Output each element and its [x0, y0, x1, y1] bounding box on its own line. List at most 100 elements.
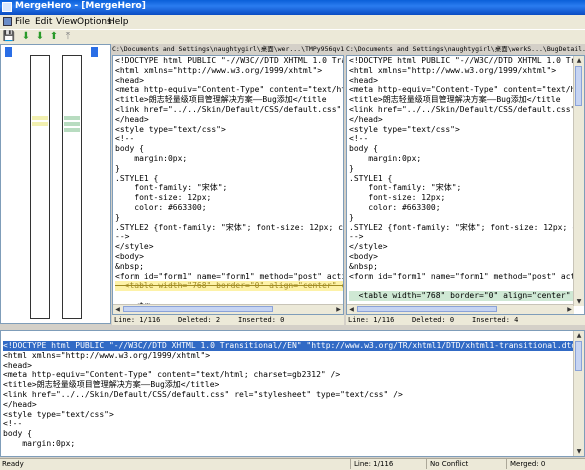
code-line[interactable]: <head>: [349, 76, 584, 86]
code-line[interactable]: }: [349, 164, 584, 174]
scroll-up-icon[interactable]: ▲: [574, 56, 584, 65]
code-line[interactable]: margin:0px;: [349, 154, 584, 164]
scroll-left-icon[interactable]: ◀: [113, 305, 122, 314]
overview-pane[interactable]: [0, 44, 111, 324]
left-horizontal-scrollbar[interactable]: ◀ ▶: [113, 304, 343, 314]
code-line[interactable]: body {: [349, 144, 584, 154]
code-line[interactable]: margin:0px;: [115, 154, 343, 164]
code-line[interactable]: <form id="form1" name="form1" method="po…: [349, 272, 584, 282]
code-line[interactable]: <!DOCTYPE html PUBLIC "-//W3C//DTD XHTML…: [349, 56, 584, 66]
menu-view[interactable]: View: [56, 17, 77, 27]
code-line[interactable]: </head>: [115, 115, 343, 125]
status-conflict: No Conflict: [430, 460, 469, 468]
code-line[interactable]: <style type="text/css">: [115, 125, 343, 135]
code-line[interactable]: font-size: 12px;: [115, 193, 343, 203]
left-code-text[interactable]: <!DOCTYPE html PUBLIC "-//W3C//DTD XHTML…: [113, 56, 343, 311]
code-line[interactable]: -->: [349, 232, 584, 242]
code-line[interactable]: <table width="768" border="0" align="cen…: [115, 281, 343, 292]
code-line[interactable]: <form id="form1" name="form1" method="po…: [115, 272, 343, 282]
output-vscroll-thumb[interactable]: [575, 341, 582, 371]
code-line[interactable]: <meta http-equiv="Content-Type" content=…: [3, 370, 584, 380]
right-vscroll-thumb[interactable]: [575, 66, 582, 106]
code-line[interactable]: font-size: 12px;: [349, 193, 584, 203]
code-line[interactable]: <!--: [3, 419, 584, 429]
code-line[interactable]: color: #663300;: [349, 203, 584, 213]
code-line[interactable]: font-family: "宋体";: [115, 183, 343, 193]
code-line[interactable]: <style type="text/css">: [3, 410, 584, 420]
arrow-up-green-icon[interactable]: ⬆: [48, 31, 60, 43]
menu-file[interactable]: File: [15, 17, 30, 27]
code-line[interactable]: <title>朗志轻量级项目管理解决方案——Bug添加</title>: [3, 380, 584, 390]
code-line[interactable]: </head>: [349, 115, 584, 125]
code-line[interactable]: &nbsp;: [115, 262, 343, 272]
code-line[interactable]: <!--: [349, 134, 584, 144]
code-line[interactable]: .STYLE1 {: [115, 174, 343, 184]
code-line[interactable]: <link href="../../Skin/Default/CSS/defau…: [349, 105, 584, 115]
code-line[interactable]: [115, 291, 343, 301]
right-vertical-scrollbar[interactable]: ▲ ▼: [573, 56, 584, 306]
left-code-pane[interactable]: <!DOCTYPE html PUBLIC "-//W3C//DTD XHTML…: [112, 55, 344, 315]
menu-help[interactable]: Help: [108, 17, 129, 27]
code-line[interactable]: <html xmlns="http://www.w3.org/1999/xhtm…: [115, 66, 343, 76]
right-file-path: C:\Documents and Settings\naughtygirl\桌面…: [346, 45, 585, 53]
status-merged-cell: Merged: 0: [506, 459, 585, 469]
scroll-right-icon[interactable]: ▶: [565, 305, 574, 314]
scroll-right-icon[interactable]: ▶: [334, 305, 343, 314]
code-line[interactable]: [349, 281, 584, 291]
code-line[interactable]: <title>朗志轻量级项目管理解决方案——Bug添加</title: [349, 95, 584, 105]
code-line[interactable]: body {: [3, 429, 584, 439]
output-vertical-scrollbar[interactable]: ▲ ▼: [573, 331, 584, 456]
code-line[interactable]: }: [115, 164, 343, 174]
code-line[interactable]: font-family: "宋体";: [349, 183, 584, 193]
code-line[interactable]: <head>: [115, 76, 343, 86]
code-line[interactable]: .STYLE1 {: [349, 174, 584, 184]
left-hscroll-thumb[interactable]: [123, 306, 273, 312]
merge-output-pane[interactable]: <!DOCTYPE html PUBLIC "-//W3C//DTD XHTML…: [0, 330, 585, 457]
code-line[interactable]: <head>: [3, 361, 584, 371]
arrow-down-green-icon[interactable]: ⬇: [34, 31, 46, 43]
menu-edit[interactable]: Edit: [35, 17, 52, 27]
code-line[interactable]: <!--: [115, 134, 343, 144]
code-line[interactable]: &nbsp;: [349, 262, 584, 272]
code-line[interactable]: }: [349, 213, 584, 223]
code-line[interactable]: color: #663300;: [115, 203, 343, 213]
overview-right-column[interactable]: [62, 55, 82, 319]
right-code-text[interactable]: <!DOCTYPE html PUBLIC "-//W3C//DTD XHTML…: [347, 56, 584, 314]
right-horizontal-scrollbar[interactable]: ◀ ▶: [347, 304, 574, 314]
code-line[interactable]: </style>: [349, 242, 584, 252]
scroll-down-icon[interactable]: ▼: [574, 447, 584, 456]
scroll-down-icon[interactable]: ▼: [574, 297, 584, 306]
code-line[interactable]: <table width="768" border="0" align="cen…: [349, 291, 584, 301]
code-line[interactable]: </head>: [3, 400, 584, 410]
save-icon[interactable]: 💾: [3, 31, 15, 43]
right-code-pane[interactable]: <!DOCTYPE html PUBLIC "-//W3C//DTD XHTML…: [346, 55, 585, 315]
right-hscroll-thumb[interactable]: [357, 306, 497, 312]
code-line[interactable]: -->: [115, 232, 343, 242]
scroll-up-icon[interactable]: ▲: [574, 331, 584, 340]
code-line[interactable]: <body>: [349, 252, 584, 262]
code-line[interactable]: .STYLE2 {font-family: "宋体"; font-size: 1…: [115, 223, 343, 233]
code-line[interactable]: <link href="../../Skin/Default/CSS/defau…: [3, 390, 584, 400]
code-line[interactable]: <body>: [115, 252, 343, 262]
code-line[interactable]: <html xmlns="http://www.w3.org/1999/xhtm…: [349, 66, 584, 76]
code-line[interactable]: <!DOCTYPE html PUBLIC "-//W3C//DTD XHTML…: [115, 56, 343, 66]
code-line[interactable]: body {: [115, 144, 343, 154]
code-line[interactable]: .STYLE2 {font-family: "宋体"; font-size: 1…: [349, 223, 584, 233]
code-line[interactable]: <link href="../../Skin/Default/CSS/defau…: [115, 105, 343, 115]
document-icon[interactable]: [3, 17, 12, 26]
code-line[interactable]: </style>: [115, 242, 343, 252]
code-line[interactable]: <style type="text/css">: [349, 125, 584, 135]
overview-left-column[interactable]: [30, 55, 50, 319]
code-line[interactable]: <meta http-equiv="Content-Type" content=…: [115, 85, 343, 95]
code-line[interactable]: }: [115, 213, 343, 223]
arrow-down-green-icon[interactable]: ⬇: [20, 31, 32, 43]
code-line[interactable]: <title>朗志轻量级项目管理解决方案——Bug添加</title: [115, 95, 343, 105]
code-line[interactable]: <meta http-equiv="Content-Type" content=…: [349, 85, 584, 95]
menu-options[interactable]: Options: [77, 17, 112, 27]
arrow-up-top-gray-icon[interactable]: ⤒: [62, 31, 74, 43]
code-line[interactable]: margin:0px;: [3, 439, 584, 449]
code-line[interactable]: <html xmlns="http://www.w3.org/1999/xhtm…: [3, 351, 584, 361]
scroll-left-icon[interactable]: ◀: [347, 305, 356, 314]
merge-output-text[interactable]: <!DOCTYPE html PUBLIC "-//W3C//DTD XHTML…: [1, 331, 584, 449]
code-line[interactable]: <!DOCTYPE html PUBLIC "-//W3C//DTD XHTML…: [3, 341, 584, 351]
